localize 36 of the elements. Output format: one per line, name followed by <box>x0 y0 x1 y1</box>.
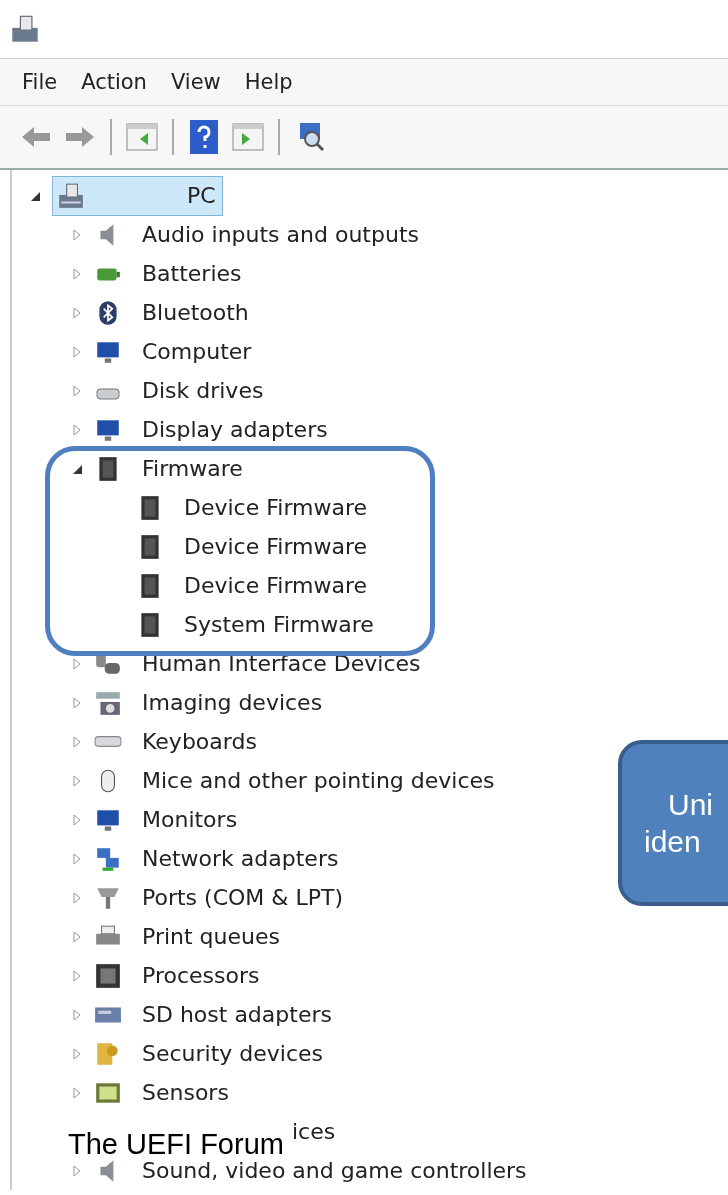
tree-item[interactable]: Device Firmware <box>180 492 372 523</box>
menu-item[interactable]: Help <box>236 66 301 98</box>
disk-drive-icon <box>94 387 122 400</box>
tree-item[interactable]: System Firmware <box>180 609 378 640</box>
tree-item[interactable]: Sensors <box>138 1077 233 1108</box>
computer-icon <box>10 13 40 45</box>
tree-item[interactable]: Display adapters <box>138 414 332 445</box>
processor-icon <box>94 961 122 990</box>
tree-item[interactable]: SD host adapters <box>138 999 336 1030</box>
tree-item[interactable]: Disk drives <box>138 375 268 406</box>
tree-item[interactable]: Imaging devices <box>138 687 327 718</box>
tree-item[interactable]: Keyboards <box>138 726 261 757</box>
tree-item[interactable]: Processors <box>138 960 264 991</box>
tree-item[interactable]: Network adapters <box>138 843 343 874</box>
tree-item[interactable]: Security devices <box>138 1038 328 1069</box>
callout-text: iden <box>644 824 702 860</box>
tree-item[interactable]: Batteries <box>138 258 246 289</box>
tree-item[interactable]: Device Firmware <box>180 531 372 562</box>
tree-item[interactable]: Ports (COM & LPT) <box>138 882 347 913</box>
tree-item[interactable]: Monitors <box>138 804 242 835</box>
computer-icon <box>57 181 85 210</box>
tree-item[interactable]: Human Interface Devices <box>138 648 425 679</box>
keyboard-icon <box>94 736 122 747</box>
tree-item[interactable]: Computer <box>138 336 256 367</box>
callout-text: Uni <box>668 786 714 823</box>
menu-item[interactable]: View <box>162 66 229 98</box>
tree-item[interactable]: ices <box>288 1116 340 1147</box>
tree-item[interactable]: Audio inputs and outputs <box>138 219 423 250</box>
menu-item[interactable]: File <box>14 66 66 98</box>
menu-item[interactable]: Action <box>73 66 155 98</box>
tree-root-item[interactable]: PC <box>52 175 223 216</box>
tree-item[interactable]: Device Firmware <box>180 570 372 601</box>
tree-item[interactable]: Firmware <box>138 453 247 484</box>
tree-item[interactable]: Print queues <box>138 921 284 952</box>
tree-item[interactable]: Mice and other pointing devices <box>138 765 499 796</box>
tree-item[interactable]: Bluetooth <box>138 297 253 328</box>
